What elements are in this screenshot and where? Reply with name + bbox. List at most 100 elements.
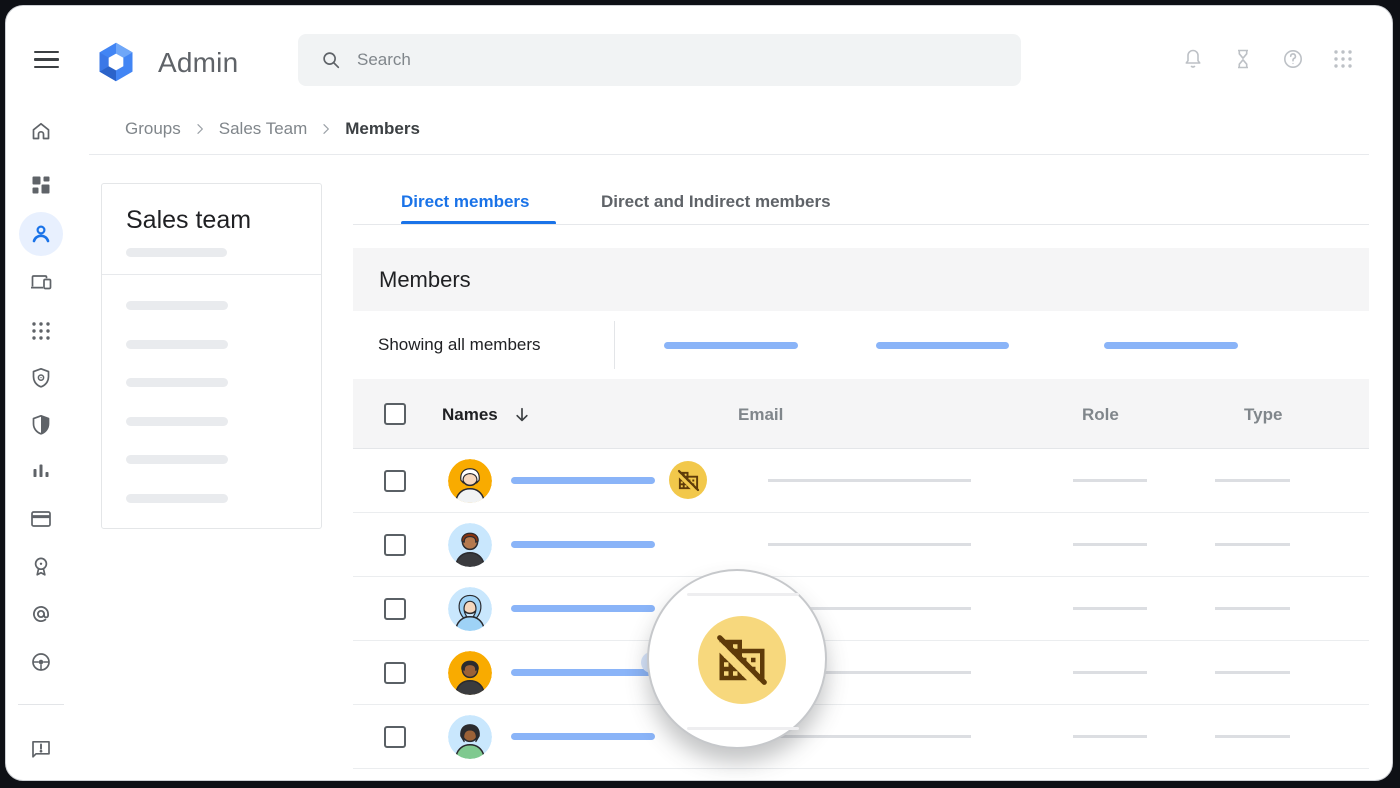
member-role-placeholder	[1073, 543, 1147, 546]
external-member-icon	[698, 616, 786, 704]
avatar-man-dark-hair	[448, 651, 492, 695]
member-role-placeholder	[1073, 671, 1147, 674]
members-panel-title: Members	[379, 267, 471, 293]
row-checkbox[interactable]	[384, 726, 406, 748]
avatar-woman-hijab	[448, 587, 492, 631]
group-detail-placeholder	[126, 340, 228, 349]
member-type-placeholder	[1215, 671, 1290, 674]
billing-card-icon	[29, 507, 53, 531]
sort-descending-icon[interactable]	[512, 405, 532, 425]
member-email-placeholder	[768, 735, 971, 738]
magnifier-bubble	[647, 569, 827, 749]
breadcrumb-item[interactable]: Groups	[125, 119, 181, 139]
column-header-email[interactable]: Email	[738, 405, 783, 425]
toolbar-action-placeholder[interactable]	[1104, 342, 1238, 349]
search-bar[interactable]: Search	[298, 34, 1021, 86]
avatar-woman-white-hair	[448, 459, 492, 503]
member-name-placeholder	[511, 605, 655, 612]
table-row[interactable]	[353, 705, 1369, 769]
sidebar-item-devices[interactable]	[19, 260, 63, 304]
filter-status-text: Showing all members	[378, 335, 541, 355]
header-divider	[89, 154, 1369, 155]
reporting-chart-icon	[29, 459, 53, 483]
member-name-placeholder	[511, 477, 655, 484]
table-header: Names Email Role Type	[353, 379, 1369, 449]
apps-grid-icon[interactable]	[1331, 47, 1355, 71]
external-member-icon	[669, 461, 707, 499]
apps-grid-icon	[29, 319, 53, 343]
dashboard-icon	[29, 173, 53, 197]
select-all-checkbox[interactable]	[384, 403, 406, 425]
row-checkbox[interactable]	[384, 662, 406, 684]
compliance-shield-icon	[29, 413, 53, 437]
sidebar-item-billing-card[interactable]	[19, 497, 63, 541]
member-email-placeholder	[768, 543, 971, 546]
column-header-names[interactable]: Names	[442, 405, 532, 425]
group-detail-placeholder	[126, 417, 228, 426]
group-summary-card: Sales team	[101, 183, 322, 529]
product-name: Admin	[158, 47, 238, 79]
member-role-placeholder	[1073, 735, 1147, 738]
notifications-icon[interactable]	[1181, 47, 1205, 71]
send-feedback-icon	[29, 737, 53, 761]
rules-wheel-icon	[29, 650, 53, 674]
sidebar-item-domains-at[interactable]	[19, 592, 63, 636]
google-admin-logo-icon	[94, 40, 138, 84]
sidebar-item-security-shield[interactable]	[19, 356, 63, 400]
chevron-right-icon	[318, 121, 334, 137]
sidebar-item-account-badge[interactable]	[19, 544, 63, 588]
members-toolbar: Showing all members	[353, 311, 1369, 379]
card-divider	[102, 274, 321, 275]
column-header-type[interactable]: Type	[1244, 405, 1282, 425]
table-row[interactable]	[353, 641, 1369, 705]
sidebar-divider	[18, 704, 64, 705]
sidebar-item-compliance-shield[interactable]	[19, 403, 63, 447]
topbar-actions	[1181, 47, 1355, 71]
member-type-placeholder	[1215, 607, 1290, 610]
account-badge-icon	[29, 554, 53, 578]
row-checkbox[interactable]	[384, 598, 406, 620]
avatar-man-auburn-hair	[448, 523, 492, 567]
sidebar-item-rules-wheel[interactable]	[19, 640, 63, 684]
search-icon	[320, 49, 342, 71]
sidebar-item-apps-grid[interactable]	[19, 309, 63, 353]
member-email-placeholder	[768, 479, 971, 482]
home-icon	[29, 119, 53, 143]
sidebar-item-dashboard[interactable]	[19, 163, 63, 207]
toolbar-action-placeholder[interactable]	[876, 342, 1009, 349]
tab-direct-members[interactable]: Direct members	[401, 192, 530, 222]
sidebar-item-send-feedback[interactable]	[19, 727, 63, 771]
row-checkbox[interactable]	[384, 470, 406, 492]
breadcrumb-item[interactable]: Sales Team	[219, 119, 308, 139]
toolbar-action-placeholder[interactable]	[664, 342, 798, 349]
member-role-placeholder	[1073, 607, 1147, 610]
sidebar-item-directory-person[interactable]	[19, 212, 63, 256]
group-detail-placeholder	[126, 455, 228, 464]
group-title: Sales team	[126, 206, 251, 235]
table-row[interactable]	[353, 513, 1369, 577]
row-checkbox[interactable]	[384, 534, 406, 556]
sidebar-item-home[interactable]	[19, 109, 63, 153]
sidebar-item-reporting-chart[interactable]	[19, 449, 63, 493]
group-detail-placeholder	[126, 494, 228, 503]
tasks-hourglass-icon[interactable]	[1231, 47, 1255, 71]
directory-person-icon	[29, 222, 53, 246]
chevron-right-icon	[192, 121, 208, 137]
help-icon[interactable]	[1281, 47, 1305, 71]
column-header-role[interactable]: Role	[1082, 405, 1119, 425]
magnified-row-line	[687, 593, 799, 596]
member-name-placeholder	[511, 541, 655, 548]
breadcrumb-item: Members	[345, 119, 420, 139]
main-menu-button[interactable]	[34, 51, 59, 68]
table-row[interactable]	[353, 449, 1369, 513]
breadcrumb: Groups Sales Team Members	[125, 116, 420, 142]
member-type-placeholder	[1215, 543, 1290, 546]
domains-at-icon	[29, 602, 53, 626]
devices-icon	[29, 270, 53, 294]
group-subtitle-placeholder	[126, 248, 227, 257]
admin-console-window: Admin Search Groups Sales Team Members Sal…	[5, 5, 1393, 781]
tab-direct-and-indirect-members[interactable]: Direct and Indirect members	[601, 192, 831, 222]
security-shield-icon	[29, 366, 53, 390]
table-row[interactable]	[353, 577, 1369, 641]
group-detail-placeholder	[126, 301, 228, 310]
